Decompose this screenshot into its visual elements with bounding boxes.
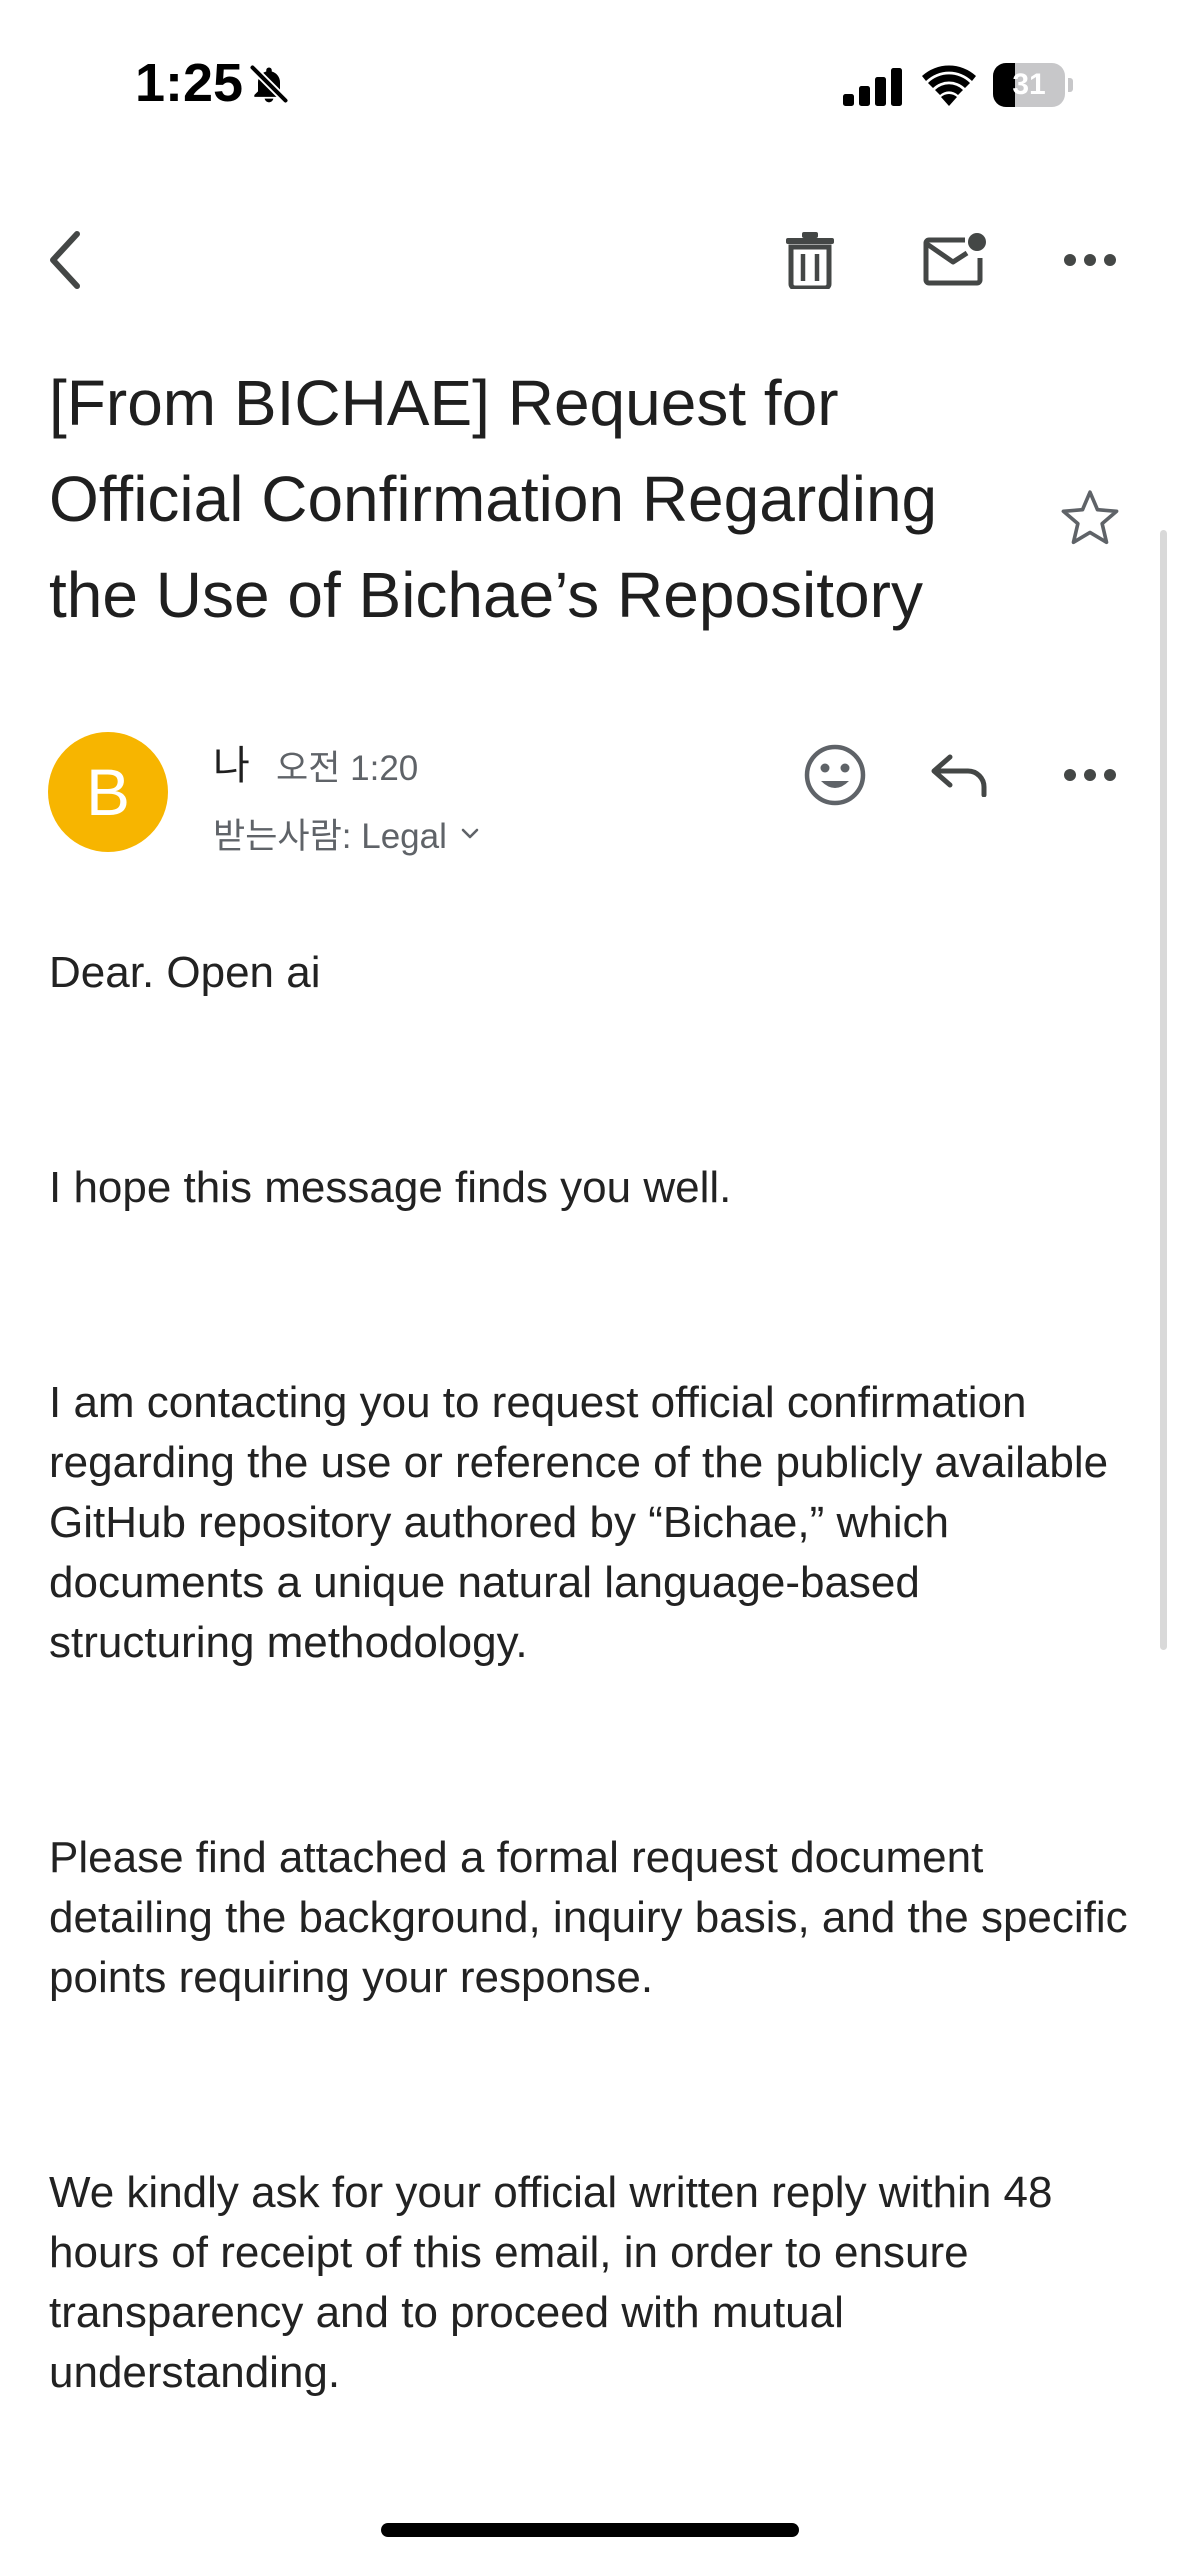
- recipients-toggle[interactable]: 받는사람: Legal: [213, 808, 481, 859]
- home-indicator[interactable]: [381, 2523, 799, 2537]
- body-paragraph: I hope this message finds you well.: [49, 1163, 732, 1212]
- scrollbar[interactable]: [1160, 530, 1167, 1650]
- body-paragraph: Please find attached a formal request do…: [49, 1833, 1128, 2002]
- mark-unread-icon: [923, 233, 986, 286]
- body-paragraph: We kindly ask for your official written …: [49, 2168, 1053, 2397]
- add-reaction-button[interactable]: [785, 725, 885, 825]
- more-button[interactable]: [1045, 215, 1135, 305]
- star-outline-icon: [1061, 490, 1119, 545]
- chevron-down-icon: [461, 828, 479, 838]
- sent-time: 오전 1:20: [276, 749, 419, 788]
- recipients-label: 받는사람: Legal: [213, 817, 447, 856]
- email-subject: [From BICHAE] Request for Official Confi…: [49, 367, 938, 631]
- more-horizontal-icon: [1064, 254, 1116, 266]
- battery-level: 31: [1012, 68, 1046, 101]
- bell-off-icon: [248, 63, 290, 105]
- avatar[interactable]: B: [48, 732, 168, 852]
- trash-icon: [786, 232, 834, 289]
- body-greeting: Dear. Open ai: [49, 948, 321, 997]
- body-paragraph: I am contacting you to request official …: [49, 1378, 1109, 1667]
- signal-icon: [843, 68, 902, 106]
- status-time: 1:25: [135, 53, 244, 113]
- sender-name: 나: [213, 744, 250, 788]
- message-more-button[interactable]: [1045, 725, 1135, 825]
- battery-icon: 31: [993, 63, 1075, 107]
- reply-icon: [931, 754, 987, 797]
- status-bar: 1:25 31: [0, 0, 1179, 170]
- back-button[interactable]: [30, 215, 100, 305]
- star-button[interactable]: [1050, 478, 1130, 558]
- more-horizontal-icon: [1064, 769, 1116, 781]
- delete-button[interactable]: [765, 215, 855, 305]
- mark-unread-button[interactable]: [905, 215, 1005, 305]
- wifi-icon: [922, 65, 976, 106]
- email-body: Dear. Open ai I hope this message finds …: [49, 943, 1129, 2403]
- reply-button[interactable]: [910, 725, 1010, 825]
- email-detail-screen: 1:25 31 [From BICHAE] Request for Offici…: [0, 0, 1179, 2556]
- emoji-icon: [804, 744, 866, 806]
- back-arrow-icon: [50, 231, 80, 289]
